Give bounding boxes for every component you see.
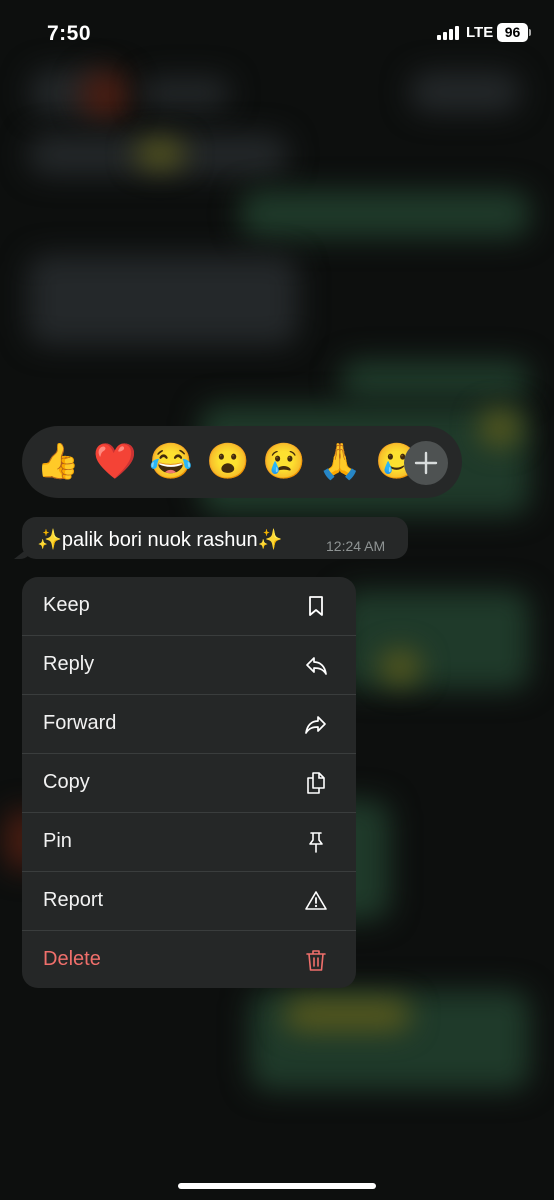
menu-item-pin[interactable]: Pin <box>22 813 356 871</box>
message-context-menu: Keep Reply Forward Copy Pin Report Delet… <box>22 577 356 988</box>
menu-item-label: Reply <box>43 653 95 675</box>
battery-icon: 96 <box>497 23 528 42</box>
home-indicator[interactable] <box>178 1183 376 1189</box>
trash-icon <box>306 950 326 971</box>
menu-item-forward[interactable]: Forward <box>22 695 356 753</box>
reaction-thumbs-up[interactable]: 👍 <box>36 441 80 483</box>
menu-item-reply[interactable]: Reply <box>22 636 356 694</box>
network-type: LTE <box>466 24 494 41</box>
reaction-pray[interactable]: 🙏 <box>318 441 362 483</box>
message-text: ✨palik bori nuok rashun✨ <box>37 529 283 551</box>
forward-icon <box>305 716 326 734</box>
menu-item-label: Forward <box>43 712 117 734</box>
battery-tip <box>529 29 531 36</box>
menu-item-delete[interactable]: Delete <box>22 931 356 988</box>
reaction-laugh[interactable]: 😂 <box>149 441 193 483</box>
warning-icon <box>305 891 327 910</box>
message-timestamp: 12:24 AM <box>326 538 386 554</box>
reply-icon <box>306 657 327 675</box>
reaction-bar: 👍 ❤️ 😂 😮 😢 🙏 🥲 <box>22 426 462 498</box>
copy-icon <box>307 772 325 794</box>
pin-icon <box>309 832 323 853</box>
reaction-sad[interactable]: 😢 <box>262 441 306 483</box>
reaction-wow[interactable]: 😮 <box>206 441 250 483</box>
menu-item-copy[interactable]: Copy <box>22 754 356 812</box>
bookmark-icon <box>309 596 323 616</box>
status-time: 7:50 <box>47 22 92 45</box>
status-bar: 7:50 LTE 96 <box>0 0 554 66</box>
menu-item-label: Pin <box>43 830 72 852</box>
menu-item-label: Keep <box>43 594 90 616</box>
signal-icon <box>437 26 459 40</box>
menu-item-keep[interactable]: Keep <box>22 577 356 635</box>
menu-item-label: Copy <box>43 771 90 793</box>
reaction-heart[interactable]: ❤️ <box>93 441 137 483</box>
plus-icon <box>414 451 438 475</box>
menu-item-label: Report <box>43 889 104 911</box>
more-reactions-button[interactable] <box>404 441 448 485</box>
menu-item-label: Delete <box>43 948 101 970</box>
menu-item-report[interactable]: Report <box>22 872 356 930</box>
